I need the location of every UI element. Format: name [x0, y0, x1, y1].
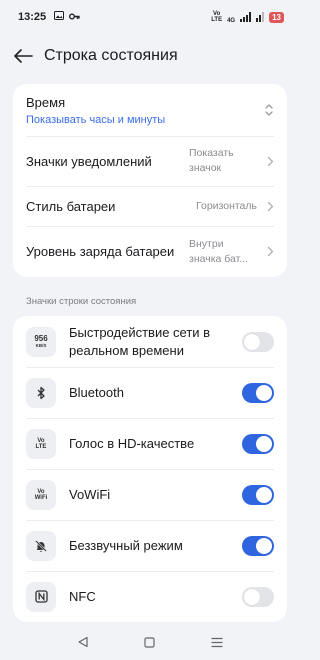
bluetooth-switch[interactable] — [242, 382, 274, 403]
notification-icons-row[interactable]: Значки уведомлений Показать значок — [13, 136, 287, 186]
toggle-label: Bluetooth — [69, 384, 124, 400]
up-down-chevron-icon — [260, 103, 274, 117]
nfc-icon — [26, 581, 56, 612]
battery-level-value: Внутри значка бат... — [189, 237, 249, 265]
page-title: Строка состояния — [44, 47, 178, 64]
hd-voice-switch[interactable] — [242, 433, 274, 454]
toggle-row-vowifi: Vo WiFi VoWiFi — [13, 469, 287, 520]
silent-mode-icon — [26, 530, 56, 561]
toggle-row-bluetooth: Bluetooth — [13, 367, 287, 418]
wifi-signal-icon — [256, 12, 265, 22]
section-header: Значки строки состояния — [26, 296, 137, 307]
chevron-right-icon — [260, 156, 274, 167]
toggle-row-silent-mode: Беззвучный режим — [13, 520, 287, 571]
key-icon — [69, 11, 80, 23]
volte-icon: Vo LTE — [26, 428, 56, 459]
toggle-row-network-speed: 956 KB/S Быстродействие сети в реальном в… — [13, 316, 287, 367]
time-value: Показывать часы и минуты — [26, 113, 166, 126]
vowifi-switch[interactable] — [242, 484, 274, 505]
battery-level-row[interactable]: Уровень заряда батареи Внутри значка бат… — [13, 226, 287, 277]
status-bar-icons-card: 956 KB/S Быстродействие сети в реальном в… — [13, 316, 287, 622]
battery-icon: 13 — [269, 11, 284, 23]
network-speed-switch[interactable] — [242, 331, 274, 352]
status-time: 13:25 — [18, 11, 47, 23]
nav-recents-button[interactable] — [207, 632, 227, 652]
system-nav-bar — [0, 624, 300, 660]
volte-status-icon: Vo LTE — [211, 11, 223, 23]
toggle-label: VoWiFi — [69, 486, 111, 502]
notif-icons-label: Значки уведомлений — [26, 153, 152, 169]
square-home-icon — [144, 636, 156, 648]
vowifi-icon: Vo WiFi — [26, 479, 56, 510]
battery-style-label: Стиль батареи — [26, 198, 116, 214]
battery-level-label: Уровень заряда батареи — [26, 244, 175, 259]
status-bar: 13:25 Vo LTE 4G 13 — [0, 0, 300, 34]
nfc-switch[interactable] — [242, 586, 274, 607]
signal-icon — [240, 12, 252, 22]
toggle-row-nfc: NFC — [13, 571, 287, 622]
toggle-label: NFC — [69, 588, 96, 604]
menu-lines-icon — [211, 637, 223, 647]
battery-style-value: Горизонталь — [196, 199, 257, 212]
notif-icons-value: Показать значок — [189, 147, 234, 174]
status-bar-settings-card: Время Показывать часы и минуты Значки ув… — [13, 84, 287, 277]
toggle-label: Быстродействие сети в реальном времени — [69, 324, 211, 358]
nav-home-button[interactable] — [140, 632, 160, 652]
image-icon — [54, 11, 65, 23]
chevron-right-icon — [260, 246, 274, 257]
battery-style-row[interactable]: Стиль батареи Горизонталь — [13, 186, 287, 226]
chevron-right-icon — [260, 201, 274, 212]
time-format-row[interactable]: Время Показывать часы и минуты — [13, 84, 287, 136]
arrow-left-icon — [14, 49, 33, 63]
toggle-label: Беззвучный режим — [69, 537, 183, 553]
network-speed-icon: 956 KB/S — [26, 326, 56, 357]
back-button[interactable] — [10, 43, 36, 69]
nav-back-button[interactable] — [73, 632, 93, 652]
bluetooth-icon — [26, 377, 56, 408]
triangle-back-icon — [78, 636, 88, 648]
toggle-row-hd-voice: Vo LTE Голос в HD-качестве — [13, 418, 287, 469]
silent-mode-switch[interactable] — [242, 535, 274, 556]
toggle-label: Голос в HD-качестве — [69, 435, 195, 451]
app-header: Строка состояния — [0, 38, 300, 74]
time-label: Время — [26, 94, 66, 110]
network-type: 4G — [227, 18, 236, 24]
